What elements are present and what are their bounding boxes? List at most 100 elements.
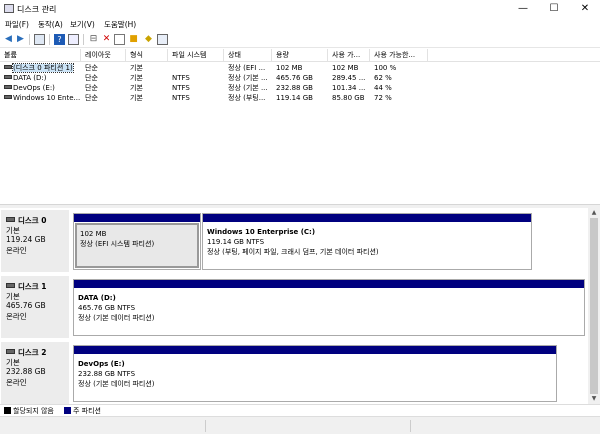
vertical-scrollbar[interactable]: ▲ ▼ [588,208,600,404]
column-status[interactable]: 상태 [224,49,272,62]
capacity-cell: 465.76 GB [276,74,313,82]
partition-efi[interactable]: 102 MB 정상 (EFI 시스템 파티션) [73,213,201,270]
table-row[interactable]: Windows 10 Ente... 단순 기본 NTFS 정상 (부팅... … [0,93,600,103]
scroll-down-icon[interactable]: ▼ [588,394,600,404]
back-arrow-icon[interactable]: ◀ [3,34,14,45]
toolbar-separator [49,34,50,45]
menu-file[interactable]: 파일(F) [5,19,29,30]
percent-free-cell: 44 % [374,84,392,92]
partition-size: 119.14 GB NTFS [207,238,265,246]
disk-label[interactable]: 디스크 0 기본 119.24 GB 온라인 [1,210,69,272]
partition-body: DevOps (E:) 232.88 GB NTFS 정상 (기본 데이터 파티… [75,355,555,400]
column-layout[interactable]: 레이아웃 [81,49,126,62]
type-cell: 기본 [130,94,143,102]
partition-body: 102 MB 정상 (EFI 시스템 파티션) [75,223,199,268]
free-space-cell: 101.34 ... [332,84,366,92]
disk-management-icon [4,4,14,13]
percent-free-cell: 100 % [374,64,397,72]
volume-cell: (디스크 0 파티션 1) [0,63,81,73]
volume-cell: Windows 10 Ente... [0,93,81,103]
disk-size: 232.88 GB [6,367,46,376]
menu-action[interactable]: 동작(A) [38,19,63,30]
properties-icon[interactable] [68,34,79,45]
percent-free-cell: 62 % [374,74,392,82]
disk-label[interactable]: 디스크 2 기본 232.88 GB 온라인 [1,342,69,404]
volume-cell: DATA (D:) [0,73,81,83]
disk-row: 디스크 1 기본 465.76 GB 온라인 DATA (D:) 465.76 … [0,276,588,338]
disk-icon [6,349,15,354]
column-free-space[interactable]: 사용 가... [328,49,370,62]
layout-cell: 단순 [85,84,98,92]
type-cell: 기본 [130,74,143,82]
partition-windows[interactable]: Windows 10 Enterprise (C:) 119.14 GB NTF… [202,213,532,270]
volume-cell: DevOps (E:) [0,83,81,93]
minimize-button[interactable]: — [508,0,538,17]
maximize-button[interactable]: ☐ [539,0,569,17]
status-cell: 정상 (부팅... [228,94,266,102]
status-divider [205,420,206,432]
column-capacity[interactable]: 용량 [272,49,328,62]
view-icon[interactable] [157,34,168,45]
layout-cell: 단순 [85,74,98,82]
wizard-icon[interactable]: ◆ [143,34,154,45]
disk-name: 디스크 1 [18,282,47,291]
forward-arrow-icon[interactable]: ▶ [15,34,26,45]
partition-size: 232.88 GB NTFS [78,370,136,378]
legend-primary: 주 파티션 [73,407,101,415]
disk-management-window: 디스크 관리 — ☐ ✕ 파일(F) 동작(A) 보기(V) 도움말(H) ◀ … [0,0,600,434]
partition-title: Windows 10 Enterprise (C:) [207,228,316,236]
volume-table-header: 볼륨 레이아웃 형식 파일 시스템 상태 용량 사용 가... 사용 가능한..… [0,49,600,62]
close-button[interactable]: ✕ [570,0,600,17]
partition-status: 정상 (기본 데이터 파티션) [78,314,155,322]
partition-size: 465.76 GB NTFS [78,304,136,312]
primary-partition-bar [74,214,200,222]
filesystem-cell: NTFS [172,94,190,102]
partition-title: DATA (D:) [78,294,116,302]
volume-icon [4,75,12,79]
menu-bar: 파일(F) 동작(A) 보기(V) 도움말(H) [0,17,600,31]
menu-view[interactable]: 보기(V) [70,19,95,30]
scrollbar-thumb[interactable] [590,218,598,394]
column-percent-free[interactable]: 사용 가능한... [370,49,428,62]
console-tree-icon[interactable] [34,34,45,45]
table-row[interactable]: (디스크 0 파티션 1) 단순 기본 정상 (EFI ... 102 MB 1… [0,63,600,73]
capacity-cell: 102 MB [276,64,303,72]
column-filesystem[interactable]: 파일 시스템 [168,49,224,62]
menu-help[interactable]: 도움말(H) [104,19,136,30]
volume-name: DevOps (E:) [13,84,55,92]
help-icon[interactable]: ? [54,34,65,45]
new-page-icon[interactable] [114,34,125,45]
volume-icon [4,85,12,89]
partition-devops[interactable]: DevOps (E:) 232.88 GB NTFS 정상 (기본 데이터 파티… [73,345,557,402]
toolbar-separator [83,34,84,45]
delete-icon[interactable]: ✕ [101,34,112,45]
volume-name: DATA (D:) [13,74,47,82]
window-title: 디스크 관리 [17,5,57,14]
connect-disk-icon[interactable]: ⊟ [88,34,99,45]
disk-name: 디스크 0 [18,216,47,225]
disk-state: 온라인 [6,246,27,255]
status-divider [410,420,411,432]
disk-icon [6,283,15,288]
partition-status: 정상 (부팅, 페이지 파일, 크래시 덤프, 기본 데이터 파티션) [207,248,379,256]
folder-icon[interactable]: ■ [128,34,139,45]
legend-unallocated: 할당되지 않음 [13,407,54,415]
table-row[interactable]: DevOps (E:) 단순 기본 NTFS 정상 (기본 ... 232.88… [0,83,600,93]
disk-size: 119.24 GB [6,235,46,244]
partition-body: DATA (D:) 465.76 GB NTFS 정상 (기본 데이터 파티션) [75,289,583,334]
table-row[interactable]: DATA (D:) 단순 기본 NTFS 정상 (기본 ... 465.76 G… [0,73,600,83]
disk-name: 디스크 2 [18,348,47,357]
partition-data[interactable]: DATA (D:) 465.76 GB NTFS 정상 (기본 데이터 파티션) [73,279,585,336]
partition-status: 정상 (기본 데이터 파티션) [78,380,155,388]
unallocated-swatch [4,407,11,414]
volume-list: 볼륨 레이아웃 형식 파일 시스템 상태 용량 사용 가... 사용 가능한..… [0,49,600,204]
column-volume[interactable]: 볼륨 [0,49,81,62]
volume-icon [4,65,12,69]
primary-partition-swatch [64,407,71,414]
disk-label[interactable]: 디스크 1 기본 465.76 GB 온라인 [1,276,69,338]
scroll-up-icon[interactable]: ▲ [588,208,600,218]
partition-size: 102 MB [80,230,107,238]
free-space-cell: 102 MB [332,64,359,72]
column-type[interactable]: 형식 [126,49,168,62]
status-cell: 정상 (기본 ... [228,84,268,92]
